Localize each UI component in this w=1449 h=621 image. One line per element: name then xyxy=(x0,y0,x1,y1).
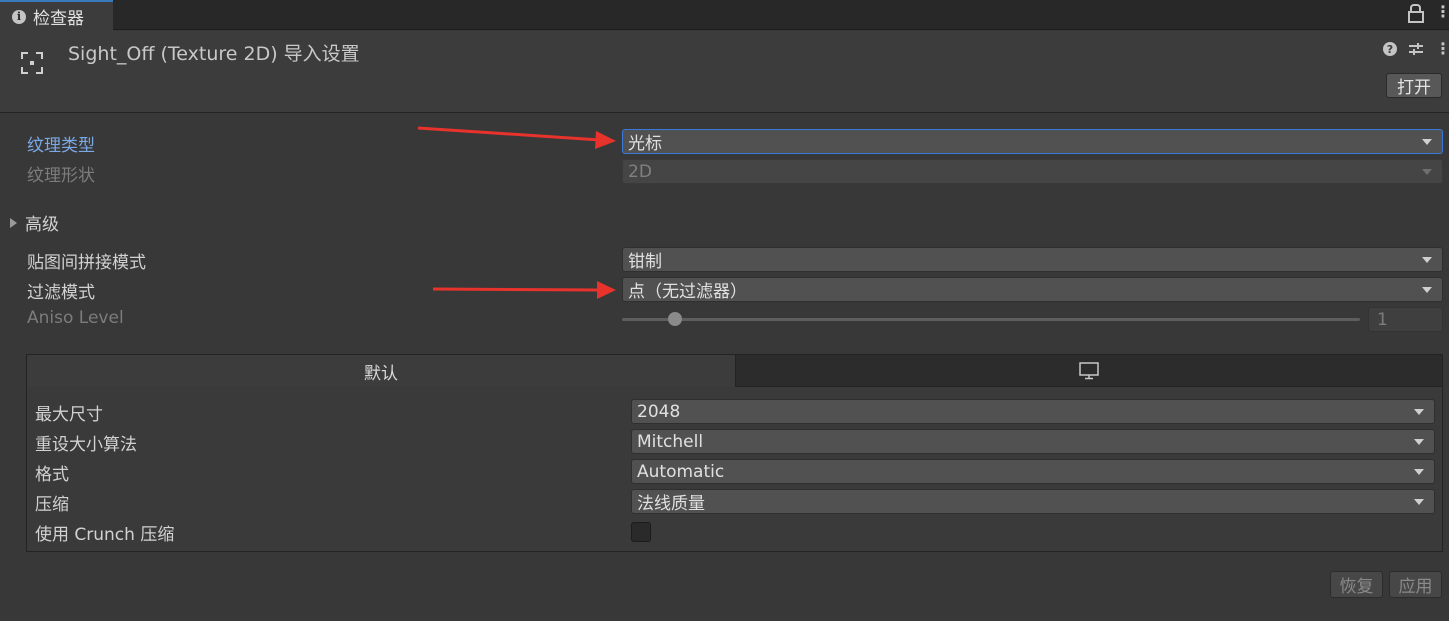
resize-algorithm-dropdown[interactable]: Mitchell xyxy=(631,429,1435,454)
max-size-value: 2048 xyxy=(637,401,681,422)
open-button[interactable]: 打开 xyxy=(1386,73,1442,98)
settings-sliders-icon[interactable] xyxy=(1409,42,1423,56)
advanced-label: 高级 xyxy=(25,215,59,235)
chevron-down-icon xyxy=(1414,409,1424,415)
wrap-mode-label: 贴图间拼接模式 xyxy=(27,253,146,273)
monitor-icon xyxy=(1079,361,1099,379)
aniso-level-label: Aniso Level xyxy=(27,308,124,328)
chevron-down-icon xyxy=(1414,439,1424,445)
chevron-down-icon xyxy=(1422,287,1432,293)
resize-algorithm-value: Mitchell xyxy=(637,431,704,452)
texture-asset-icon xyxy=(21,52,43,74)
compression-dropdown[interactable]: 法线质量 xyxy=(631,489,1435,514)
aniso-level-value: 1 xyxy=(1368,307,1443,332)
format-value: Automatic xyxy=(637,461,725,482)
format-label: 格式 xyxy=(35,465,69,485)
chevron-down-icon xyxy=(1414,469,1424,475)
texture-type-label: 纹理类型 xyxy=(27,136,95,156)
help-icon[interactable]: ? xyxy=(1383,42,1397,56)
more-icon[interactable]: ⋮ xyxy=(1435,41,1449,57)
crunch-label: 使用 Crunch 压缩 xyxy=(35,525,175,545)
asset-title: Sight_Off (Texture 2D) 导入设置 xyxy=(68,43,360,65)
texture-type-value: 光标 xyxy=(628,134,662,154)
advanced-foldout[interactable]: 高级 xyxy=(10,210,59,235)
apply-button[interactable]: 应用 xyxy=(1389,571,1442,598)
filter-mode-value: 点（无过滤器） xyxy=(628,282,747,302)
header-tools: ? ⋮ xyxy=(1383,41,1449,57)
tab-default[interactable]: 默认 xyxy=(27,355,735,387)
texture-shape-label: 纹理形状 xyxy=(27,166,95,186)
crunch-checkbox[interactable] xyxy=(631,522,651,542)
filter-mode-dropdown[interactable]: 点（无过滤器） xyxy=(622,277,1443,302)
platform-settings: 默认 最大尺寸 2048 重设大小算法 Mitchell 格式 Automati… xyxy=(26,354,1443,552)
chevron-down-icon xyxy=(1422,139,1432,145)
chevron-down-icon xyxy=(1414,499,1424,505)
tab-tools: ⋮ xyxy=(1408,4,1449,23)
max-size-label: 最大尺寸 xyxy=(35,405,103,425)
tab-bar: i 检查器 ⋮ xyxy=(0,0,1449,31)
asset-header: Sight_Off (Texture 2D) 导入设置 ? ⋮ 打开 xyxy=(0,31,1449,113)
resize-algorithm-label: 重设大小算法 xyxy=(35,435,137,455)
tab-standalone[interactable] xyxy=(735,355,1442,387)
texture-type-dropdown[interactable]: 光标 xyxy=(622,129,1443,154)
max-size-dropdown[interactable]: 2048 xyxy=(631,399,1435,424)
inspector-tab[interactable]: i 检查器 xyxy=(0,0,113,31)
revert-button[interactable]: 恢复 xyxy=(1330,571,1383,598)
annotation-arrow-texture-type xyxy=(417,126,616,149)
lock-icon[interactable] xyxy=(1408,4,1424,23)
aniso-level-slider-thumb xyxy=(668,312,682,326)
compression-label: 压缩 xyxy=(35,495,69,515)
more-vertical-icon[interactable]: ⋮ xyxy=(1435,4,1449,20)
texture-shape-value: 2D xyxy=(628,161,652,182)
chevron-down-icon xyxy=(1422,257,1432,263)
aniso-level-slider-track xyxy=(622,318,1360,321)
texture-shape-dropdown: 2D xyxy=(622,159,1443,184)
inspector-tab-label: 检查器 xyxy=(33,9,84,29)
compression-value: 法线质量 xyxy=(637,494,705,514)
annotation-arrow-filter-mode xyxy=(432,281,616,299)
filter-mode-label: 过滤模式 xyxy=(27,283,95,303)
wrap-mode-value: 钳制 xyxy=(628,252,662,272)
info-icon: i xyxy=(12,9,26,24)
chevron-down-icon xyxy=(1422,169,1432,175)
triangle-right-icon xyxy=(10,217,17,228)
wrap-mode-dropdown[interactable]: 钳制 xyxy=(622,247,1443,272)
format-dropdown[interactable]: Automatic xyxy=(631,459,1435,484)
